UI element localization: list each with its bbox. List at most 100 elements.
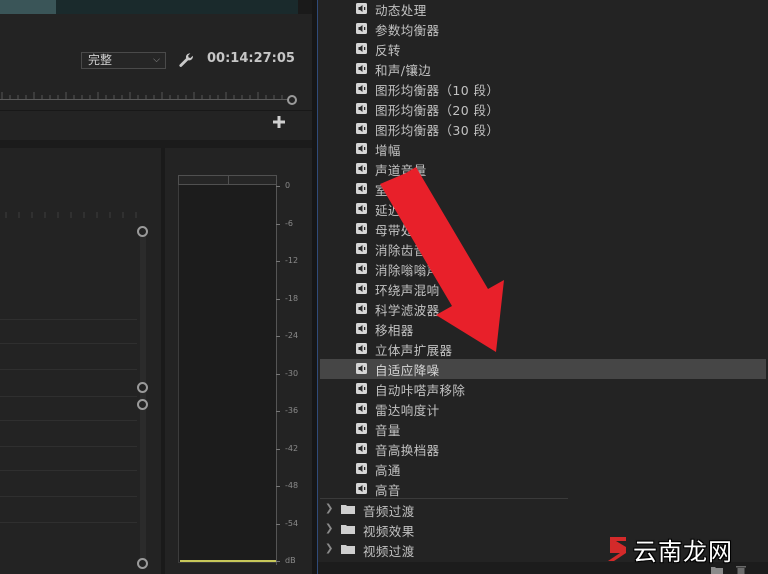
meter-tick <box>276 411 280 412</box>
audio-effect-item[interactable]: 反转 <box>320 39 766 59</box>
scroll-handle-top[interactable] <box>137 226 148 237</box>
audio-effect-label: 消除齿音 <box>375 243 427 258</box>
audio-effect-icon <box>356 183 367 194</box>
meter-tick <box>276 373 280 375</box>
meter-db-label: dB <box>285 556 296 565</box>
preview-edge <box>298 0 312 14</box>
meter-db-label: -36 <box>285 406 299 415</box>
audio-effect-label: 室内混响 <box>375 183 427 198</box>
audio-effect-label: 声道音量 <box>375 163 427 178</box>
audio-effect-label: 增幅 <box>375 143 401 158</box>
mixer-track-line <box>0 470 137 471</box>
audio-effect-item[interactable]: 动态处理 <box>320 0 766 19</box>
mixer-track-line <box>0 446 137 447</box>
audio-effect-item[interactable]: 声道音量 <box>320 159 766 179</box>
mixer-scrollbar[interactable] <box>140 232 146 564</box>
audio-effect-icon <box>356 3 367 14</box>
audio-effect-item[interactable]: 参数均衡器 <box>320 19 766 39</box>
audio-effect-label: 自动咔嗒声移除 <box>375 383 466 398</box>
audio-meter <box>178 175 277 563</box>
audio-effect-item[interactable]: 音高换档器 <box>320 439 766 459</box>
scroll-handle[interactable] <box>137 382 148 393</box>
audio-effect-icon <box>356 303 367 314</box>
chevron-right-icon[interactable]: ❯ <box>325 523 333 534</box>
audio-effect-icon <box>356 383 367 394</box>
audio-effect-item[interactable]: 消除齿音 <box>320 239 766 259</box>
folder-icon <box>341 545 355 554</box>
audio-effect-item[interactable]: 立体声扩展器 <box>320 339 766 359</box>
audio-effect-item[interactable]: 环绕声混响 <box>320 279 766 299</box>
audio-effect-item[interactable]: 科学滤波器 <box>320 299 766 319</box>
audio-effect-icon <box>356 223 367 234</box>
mixer-track-line <box>0 396 137 397</box>
audio-effect-item[interactable]: 图形均衡器（10 段） <box>320 79 766 99</box>
audio-effect-icon <box>356 263 367 274</box>
meter-tick <box>276 448 280 450</box>
bin-audio-transitions[interactable]: ❯ 音频过渡 <box>320 500 766 520</box>
audio-effect-item[interactable]: 图形均衡器（30 段） <box>320 119 766 139</box>
chevron-right-icon[interactable]: ❯ <box>325 543 333 554</box>
audio-effect-item[interactable]: 延迟 <box>320 199 766 219</box>
scroll-handle[interactable] <box>137 399 148 410</box>
audio-effect-icon <box>356 143 367 154</box>
wrench-icon[interactable] <box>178 52 194 68</box>
audio-effect-icon <box>356 463 367 474</box>
mixer-track-line <box>0 319 137 320</box>
meter-db-label: -18 <box>285 293 299 303</box>
trash-icon[interactable] <box>736 565 746 574</box>
audio-effect-label: 高通 <box>375 463 401 478</box>
audio-effect-icon <box>356 103 367 114</box>
audio-effect-item[interactable]: 雷达响度计 <box>320 399 766 419</box>
audio-effect-item[interactable]: 自适应降噪 <box>320 359 766 379</box>
audio-effect-icon <box>356 323 367 334</box>
audio-effect-label: 动态处理 <box>375 3 427 18</box>
audio-effect-icon <box>356 483 367 494</box>
audio-effect-item[interactable]: 移相器 <box>320 319 766 339</box>
mixer-track-line <box>0 496 137 497</box>
mixer-tick-marks <box>5 212 137 218</box>
audio-effect-icon <box>356 203 367 214</box>
audio-effect-item[interactable]: 高通 <box>320 459 766 479</box>
chevron-right-icon[interactable]: ❯ <box>325 503 333 514</box>
audio-effect-item[interactable]: 音量 <box>320 419 766 439</box>
audio-effect-label: 移相器 <box>375 323 414 338</box>
audio-effect-label: 音高换档器 <box>375 443 440 458</box>
audio-effect-icon <box>356 83 367 94</box>
meter-tick <box>276 298 280 300</box>
audio-effect-label: 参数均衡器 <box>375 23 440 38</box>
audio-effect-item[interactable]: 自动咔嗒声移除 <box>320 379 766 399</box>
audio-effect-label: 母带处理 <box>375 223 427 238</box>
audio-effect-label: 雷达响度计 <box>375 403 440 418</box>
playhead-timecode[interactable]: 00:14:27:05 <box>207 51 295 66</box>
folder-icon <box>341 505 355 514</box>
audio-effect-icon <box>356 123 367 134</box>
audio-effect-item[interactable]: 增幅 <box>320 139 766 159</box>
audio-effect-label: 反转 <box>375 43 401 58</box>
audio-effect-item[interactable]: 消除嗡嗡声 <box>320 259 766 279</box>
audio-effect-icon <box>356 403 367 414</box>
mixer-track-line <box>0 420 137 421</box>
meter-db-label: -24 <box>285 331 299 340</box>
add-icon[interactable] <box>272 115 286 129</box>
audio-effect-label: 图形均衡器（30 段） <box>375 123 500 138</box>
audio-effect-item[interactable]: 和声/镶边 <box>320 59 766 79</box>
meter-db-label: 0 <box>285 181 291 190</box>
audio-effect-item[interactable]: 室内混响 <box>320 179 766 199</box>
meter-tick <box>276 223 280 225</box>
ruler-end-handle[interactable] <box>287 95 297 105</box>
audio-effect-label: 环绕声混响 <box>375 283 440 298</box>
audio-effect-item[interactable]: 图形均衡器（20 段） <box>320 99 766 119</box>
audio-effect-label: 立体声扩展器 <box>375 343 453 358</box>
playback-quality-value: 完整 <box>88 53 113 67</box>
meter-db-label: -12 <box>285 256 299 265</box>
audio-effect-icon <box>356 423 367 434</box>
scroll-handle-bottom[interactable] <box>137 558 148 569</box>
meter-db-label: -6 <box>285 218 293 228</box>
new-bin-icon[interactable] <box>711 566 723 574</box>
audio-effect-item[interactable]: 高音 <box>320 479 766 499</box>
video-preview-highlight <box>0 0 56 14</box>
audio-effect-item[interactable]: 母带处理 <box>320 219 766 239</box>
playback-quality-select[interactable]: 完整 ⌵ <box>81 52 166 69</box>
audio-effect-label: 科学滤波器 <box>375 303 440 318</box>
timeline-ruler[interactable] <box>0 90 298 102</box>
